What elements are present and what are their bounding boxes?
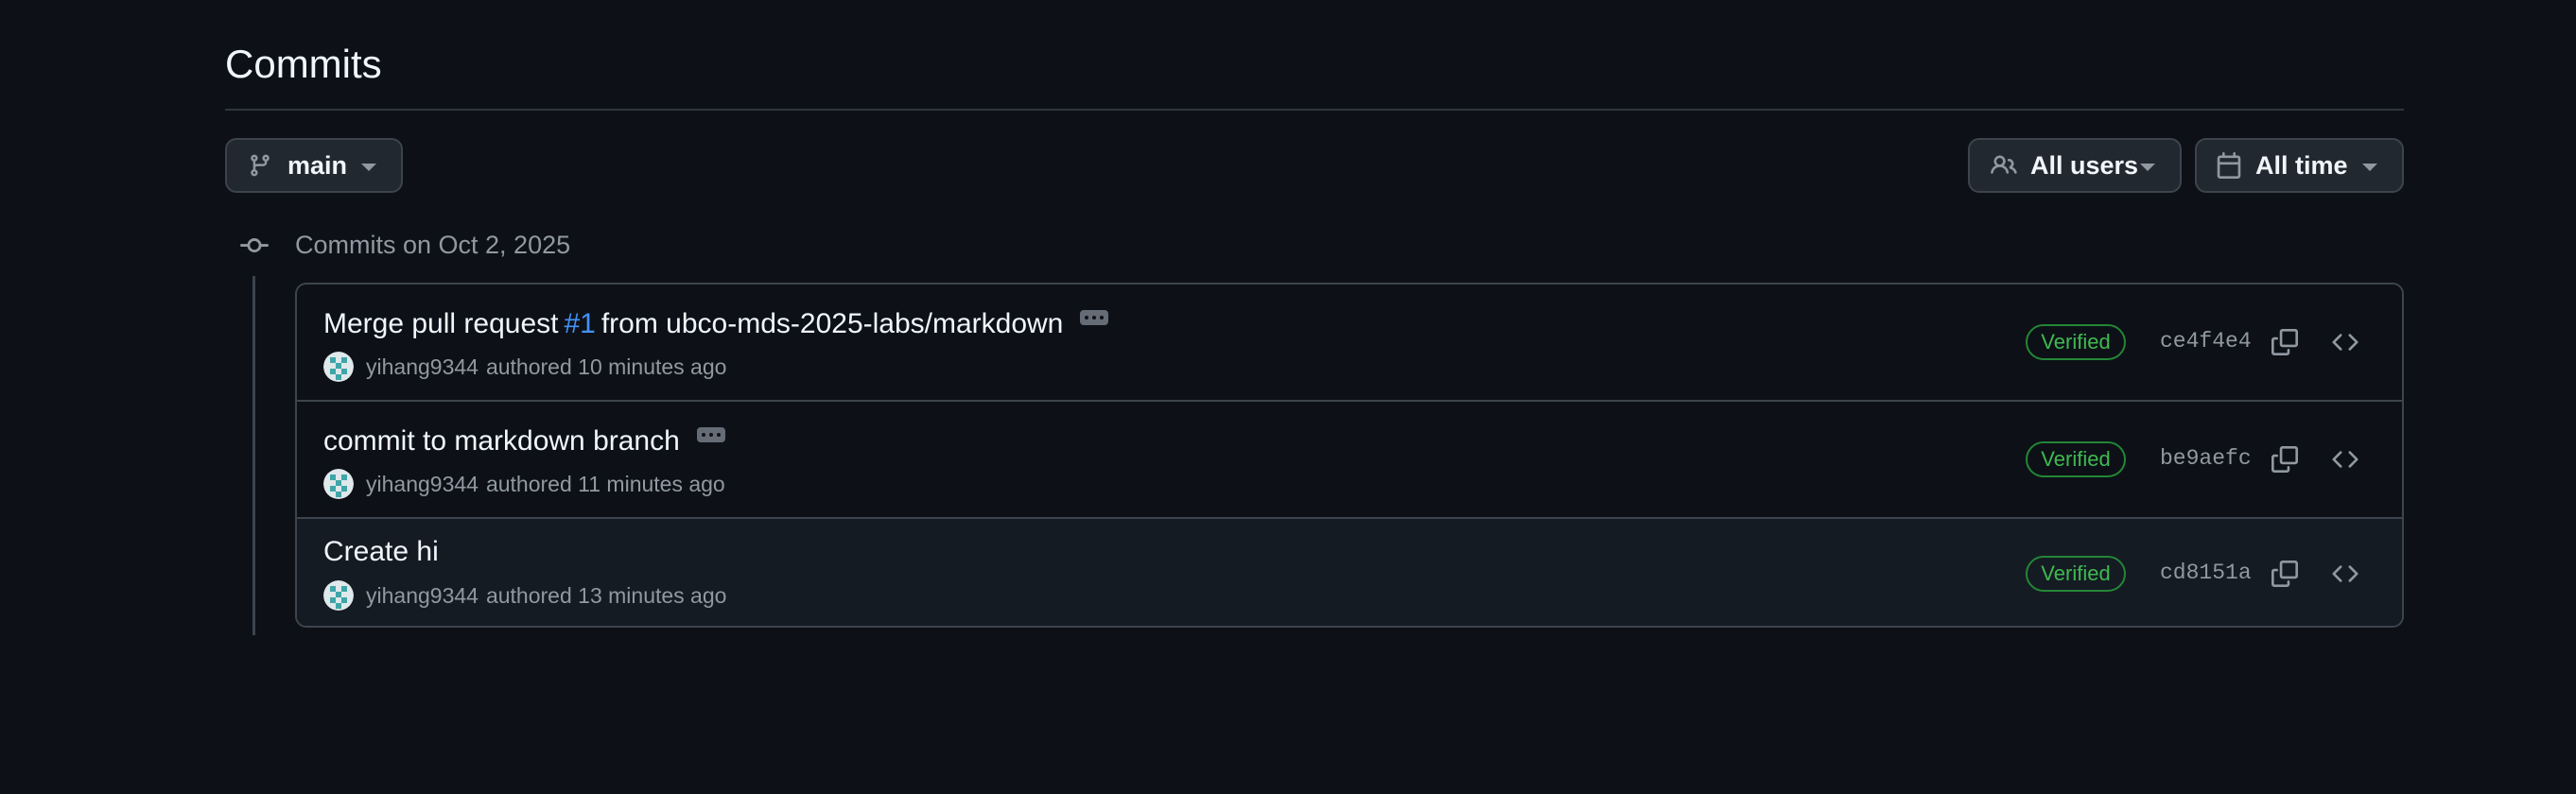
- commit-list: Merge pull request #1 from ubco-mds-2025…: [295, 283, 2404, 628]
- title-divider: [225, 109, 2404, 111]
- commit-meta: yihang9344 authored 10 minutes ago: [323, 352, 726, 382]
- ellipsis-icon[interactable]: [1080, 310, 1109, 325]
- authored-text: authored: [485, 582, 572, 608]
- commit-title[interactable]: commit to markdown branch: [323, 423, 725, 459]
- commit-sha-link[interactable]: cd8151a: [2160, 561, 2252, 585]
- users-filter-button[interactable]: All users: [1968, 138, 2182, 193]
- git-branch-icon: [248, 153, 272, 178]
- author-name[interactable]: yihang9344: [366, 583, 479, 609]
- avatar[interactable]: [323, 580, 354, 611]
- branch-selector-button[interactable]: main: [225, 138, 403, 193]
- commit-time: 13 minutes ago: [578, 582, 727, 608]
- commit-time: 10 minutes ago: [578, 354, 727, 379]
- verified-badge[interactable]: Verified: [2026, 556, 2126, 592]
- branch-selector-label: main: [287, 150, 348, 180]
- commit-row[interactable]: Merge pull request #1 from ubco-mds-2025…: [297, 285, 2402, 402]
- commit-title-text[interactable]: from ubco-mds-2025-labs/markdown: [601, 306, 1064, 342]
- copy-icon[interactable]: [2266, 323, 2304, 361]
- code-icon[interactable]: [2326, 440, 2364, 478]
- commit-title-text[interactable]: commit to markdown branch: [323, 423, 680, 459]
- avatar[interactable]: [323, 352, 354, 382]
- commit-row[interactable]: Create hi yihang9344 authored 13 minutes…: [297, 519, 2402, 626]
- verified-badge[interactable]: Verified: [2026, 441, 2126, 477]
- timeline-line: [252, 276, 255, 635]
- calendar-icon: [2216, 152, 2242, 179]
- time-filter-button[interactable]: All time: [2195, 138, 2404, 193]
- code-icon[interactable]: [2326, 555, 2364, 593]
- avatar[interactable]: [323, 469, 354, 499]
- author-name[interactable]: yihang9344: [366, 472, 479, 497]
- commit-group-heading: Commits on Oct 2, 2025: [295, 231, 571, 259]
- caret-down-icon: [361, 164, 376, 171]
- code-icon[interactable]: [2326, 323, 2364, 361]
- commit-row[interactable]: commit to markdown branch yihang9344 aut…: [297, 402, 2402, 519]
- ellipsis-icon[interactable]: [696, 427, 725, 442]
- caret-down-icon: [2140, 164, 2155, 171]
- commit-sha-link[interactable]: ce4f4e4: [2160, 329, 2252, 354]
- git-commit-icon: [240, 232, 269, 260]
- pull-request-link[interactable]: #1: [564, 306, 595, 342]
- commit-title[interactable]: Merge pull request #1 from ubco-mds-2025…: [323, 306, 1109, 342]
- caret-down-icon: [2362, 164, 2377, 171]
- commit-title-text[interactable]: Merge pull request: [323, 306, 558, 342]
- commit-meta: yihang9344 authored 11 minutes ago: [323, 469, 725, 499]
- author-name[interactable]: yihang9344: [366, 354, 479, 380]
- verified-badge[interactable]: Verified: [2026, 324, 2126, 360]
- commit-time: 11 minutes ago: [578, 471, 725, 496]
- commit-title[interactable]: Create hi: [323, 534, 439, 570]
- users-filter-label: All users: [2030, 150, 2139, 180]
- commit-sha-link[interactable]: be9aefc: [2160, 446, 2252, 471]
- commit-title-text[interactable]: Create hi: [323, 534, 439, 570]
- copy-icon[interactable]: [2266, 440, 2304, 478]
- commit-meta: yihang9344 authored 13 minutes ago: [323, 580, 726, 611]
- time-filter-label: All time: [2255, 150, 2348, 180]
- copy-icon[interactable]: [2266, 555, 2304, 593]
- page-title: Commits: [225, 42, 382, 86]
- authored-text: authored: [485, 354, 572, 379]
- authored-text: authored: [485, 471, 572, 496]
- people-icon: [1991, 152, 2017, 179]
